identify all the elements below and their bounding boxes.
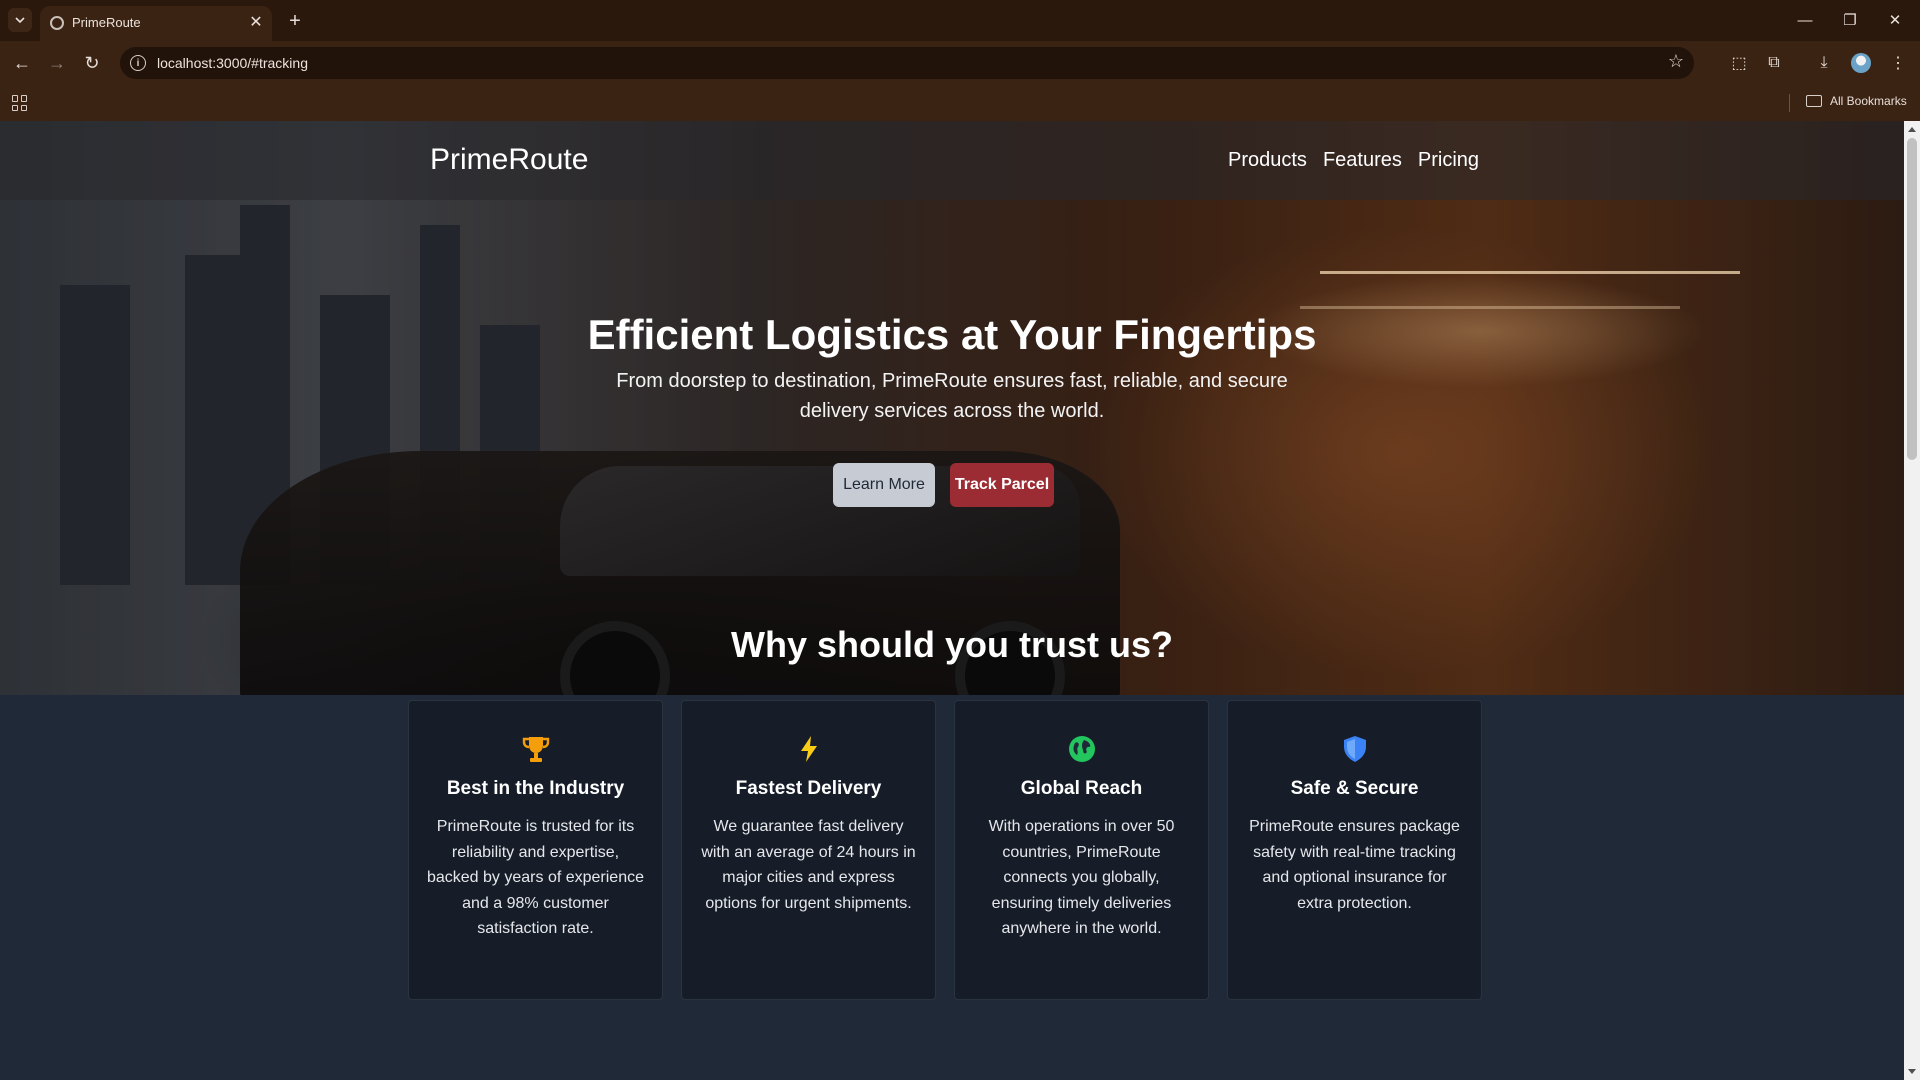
close-icon[interactable]: ✕ <box>245 11 267 33</box>
trust-cards: Best in the Industry PrimeRoute is trust… <box>408 700 1482 1000</box>
browser-tab[interactable]: PrimeRoute ✕ <box>40 6 272 41</box>
folder-icon <box>1806 95 1822 107</box>
card-text: With operations in over 50 countries, Pr… <box>988 818 1175 937</box>
browser-chrome: PrimeRoute ✕ + — ❐ ✕ ← → ↻ i localhost:3… <box>0 0 1920 121</box>
track-parcel-button[interactable]: Track Parcel <box>950 463 1054 507</box>
trust-section-title: Why should you trust us? <box>731 624 1173 665</box>
forward-button[interactable]: → <box>43 49 71 77</box>
hero-background-light <box>1320 271 1740 274</box>
scroll-up-arrow[interactable] <box>1908 127 1916 132</box>
address-bar[interactable]: i localhost:3000/#tracking ☆ <box>120 47 1694 79</box>
url-text: localhost:3000/#tracking <box>157 55 308 71</box>
tab-search-button[interactable] <box>8 8 32 32</box>
bookmarks-bar: All Bookmarks <box>0 85 1920 121</box>
all-bookmarks-label: All Bookmarks <box>1830 94 1907 108</box>
learn-more-button[interactable]: Learn More <box>833 463 935 507</box>
page-viewport: PrimeRoute Products Features Pricing Eff… <box>0 121 1904 1080</box>
reload-button[interactable]: ↻ <box>78 49 106 77</box>
site-header: PrimeRoute Products Features Pricing <box>0 121 1904 200</box>
bookmarks-divider <box>1789 94 1790 112</box>
lightning-icon <box>682 734 935 764</box>
card-text: PrimeRoute ensures package safety with r… <box>1249 818 1460 912</box>
scroll-down-arrow[interactable] <box>1908 1069 1916 1074</box>
download-icon[interactable]: ⤓ <box>1810 49 1838 77</box>
trophy-icon <box>409 734 662 764</box>
globe-icon <box>955 734 1208 764</box>
all-bookmarks-button[interactable]: All Bookmarks <box>1806 94 1907 108</box>
main-nav: Products Features Pricing <box>1228 149 1479 172</box>
minimize-button[interactable]: — <box>1785 6 1825 34</box>
site-info-icon[interactable]: i <box>130 55 146 71</box>
nav-products[interactable]: Products <box>1228 149 1307 172</box>
card-title: Global Reach <box>1020 778 1143 799</box>
chevron-down-icon <box>15 17 25 24</box>
close-window-button[interactable]: ✕ <box>1875 6 1915 34</box>
trust-card-global: Global Reach With operations in over 50 … <box>954 700 1209 1000</box>
card-title: Best in the Industry <box>446 778 625 799</box>
page-scrollbar[interactable] <box>1904 121 1920 1080</box>
globe-icon <box>50 16 64 30</box>
site-logo[interactable]: PrimeRoute <box>430 143 588 177</box>
trust-card-secure: Safe & Secure PrimeRoute ensures package… <box>1227 700 1482 1000</box>
card-title: Fastest Delivery <box>735 778 882 799</box>
apps-grid-icon[interactable] <box>10 93 30 113</box>
menu-icon[interactable]: ⋮ <box>1884 49 1912 77</box>
shield-icon <box>1228 734 1481 764</box>
card-title: Safe & Secure <box>1290 778 1419 799</box>
card-text: PrimeRoute is trusted for its reliabilit… <box>426 818 644 937</box>
hero-background-light <box>1300 306 1680 309</box>
card-text: We guarantee fast delivery with an avera… <box>701 818 916 912</box>
back-button[interactable]: ← <box>8 49 36 77</box>
restore-button[interactable]: ❐ <box>1830 6 1870 34</box>
profile-avatar[interactable] <box>1847 49 1875 77</box>
nav-features[interactable]: Features <box>1323 149 1402 172</box>
avatar <box>1851 53 1871 73</box>
hero-section: PrimeRoute Products Features Pricing Eff… <box>0 121 1904 695</box>
nav-pricing[interactable]: Pricing <box>1418 149 1479 172</box>
trust-card-fastest: Fastest Delivery We guarantee fast deliv… <box>681 700 936 1000</box>
hero-title: Efficient Logistics at Your Fingertips <box>587 311 1317 358</box>
extensions-icon[interactable]: ⧉ <box>1760 49 1788 77</box>
trust-card-best: Best in the Industry PrimeRoute is trust… <box>408 700 663 1000</box>
tab-title: PrimeRoute <box>72 15 141 30</box>
tab-strip: PrimeRoute ✕ + — ❐ ✕ <box>0 0 1920 41</box>
browser-toolbar: ← → ↻ i localhost:3000/#tracking ☆ ⬚ ⧉ ⤓… <box>0 41 1920 85</box>
new-tab-button[interactable]: + <box>282 8 308 34</box>
bookmark-star-icon[interactable]: ☆ <box>1668 51 1684 72</box>
scroll-thumb[interactable] <box>1907 138 1917 460</box>
extension-pin-icon[interactable]: ⬚ <box>1725 49 1753 77</box>
hero-subtitle: From doorstep to destination, PrimeRoute… <box>616 370 1288 422</box>
hero-background-building <box>185 255 245 585</box>
